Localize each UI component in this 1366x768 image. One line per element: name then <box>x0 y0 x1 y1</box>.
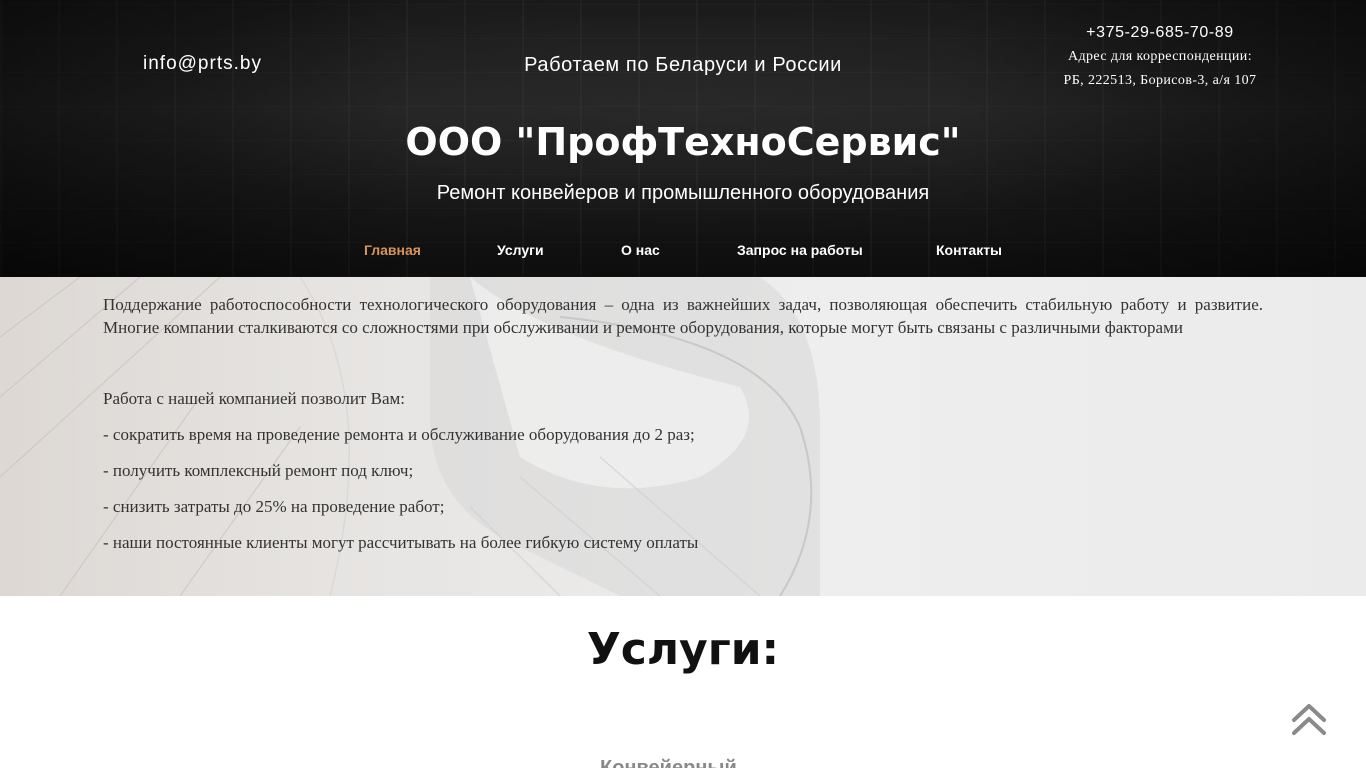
main-nav: Главная Услуги О нас Запрос на работы Ко… <box>0 242 1366 262</box>
benefit-item: - снизить затраты до 25% на проведение р… <box>103 497 445 516</box>
benefit-item: - получить комплексный ремонт под ключ; <box>103 461 414 480</box>
company-title: ООО "ПрофТехноСервис" <box>405 120 961 164</box>
benefits-lead: Работа с нашей компанией позволит Вам: <box>103 389 405 408</box>
double-chevron-up-icon <box>1292 704 1326 735</box>
nav-item-home[interactable]: Главная <box>364 242 421 258</box>
address-value: РБ, 222513, Борисов-3, а/я 107 <box>1063 73 1257 88</box>
address-label: Адрес для корреспонденции: <box>1067 49 1252 64</box>
phone-link[interactable]: +375-29-685-70-89 <box>1040 24 1280 42</box>
benefit-item: - наши постоянные клиенты могут рассчиты… <box>103 533 699 552</box>
nav-item-about[interactable]: О нас <box>621 242 660 258</box>
services-heading: Услуги: <box>586 624 780 675</box>
nav-item-services[interactable]: Услуги <box>497 242 544 258</box>
benefit-item: - сократить время на проведение ремонта … <box>103 425 695 444</box>
intro-paragraph: Поддержание работоспособности технологич… <box>103 295 1263 337</box>
service-heading-partial: Конвейерный <box>600 757 737 768</box>
intro-section: Поддержание работоспособности технологич… <box>0 277 1366 596</box>
contact-block: +375-29-685-70-89 Адрес для корреспонден… <box>1040 24 1280 89</box>
scroll-top-button[interactable] <box>1290 700 1328 740</box>
nav-item-contacts[interactable]: Контакты <box>936 242 1002 258</box>
site-header: info@prts.by Работаем по Беларуси и Росс… <box>0 0 1366 277</box>
company-slogan: Ремонт конвейеров и промышленного оборуд… <box>436 182 930 204</box>
nav-item-request[interactable]: Запрос на работы <box>737 242 863 258</box>
intro-text: Поддержание работоспособности технологич… <box>103 293 1263 554</box>
